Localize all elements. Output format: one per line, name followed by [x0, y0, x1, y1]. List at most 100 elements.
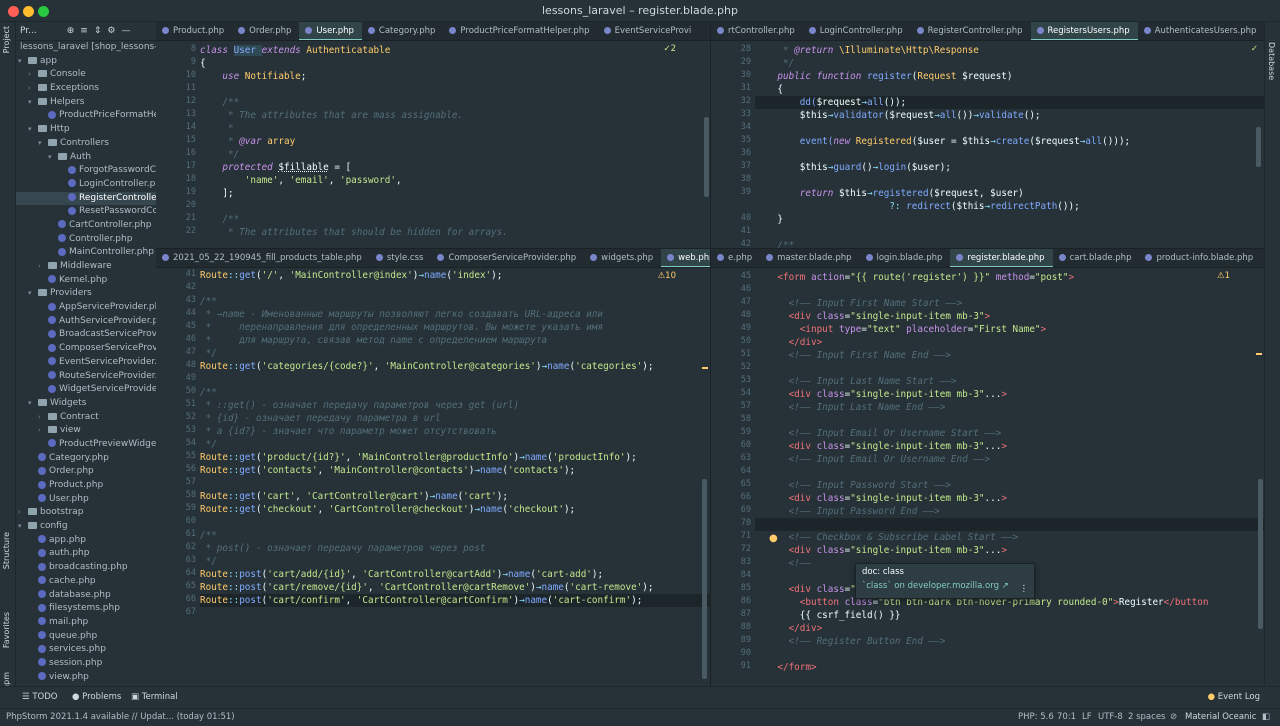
code-line[interactable]: <div class="single-input-item mb-3"...>	[755, 388, 1007, 401]
code-line[interactable]: /**	[755, 239, 794, 248]
code-line[interactable]: <form action="{{ route('register') }}" m…	[755, 271, 1074, 284]
code-line[interactable]: class User extends Authenticatable	[200, 44, 390, 57]
hide-panel-icon[interactable]: —	[121, 26, 130, 36]
code-line[interactable]: * @var array	[200, 135, 295, 148]
editor-tab[interactable]: User.php	[299, 22, 362, 40]
tree-file[interactable]: ResetPasswordControl	[16, 205, 156, 219]
code-line[interactable]: */	[200, 148, 239, 161]
mdn-link[interactable]: `class` on developer.mozilla.org ↗	[862, 581, 1028, 591]
expand-arrow-icon[interactable]: ›	[38, 260, 48, 274]
tree-file[interactable]: RouteServiceProvider.php	[16, 370, 156, 384]
tree-file[interactable]: RegisterController.php	[16, 191, 156, 206]
editor-tab[interactable]: Order.php	[232, 22, 299, 40]
inspection-indicator[interactable]: ✓2	[663, 44, 676, 54]
code-line[interactable]: /**	[200, 295, 217, 308]
expand-arrow-icon[interactable]: ▾	[18, 520, 28, 534]
code-line[interactable]: <!—— Input First Name End ——>	[755, 349, 951, 362]
editor-tab[interactable]: LoginController.php	[803, 22, 911, 40]
expand-arrow-icon[interactable]: ›	[38, 411, 48, 425]
code-line[interactable]: <!—— Input First Name Start ——>	[755, 297, 963, 310]
tree-file[interactable]: ProductPreviewWidget.php	[16, 438, 156, 452]
warnings-indicator[interactable]: ⚠1	[1217, 271, 1230, 281]
code-line[interactable]: {{ csrf_field() }}	[755, 609, 901, 622]
code-line[interactable]: <div class="single-input-item mb-3">	[755, 310, 991, 323]
gear-icon[interactable]: ⚙	[107, 26, 115, 36]
code-line[interactable]: <!—— Checkbox & Subscribe Label Start ——…	[755, 531, 1019, 544]
warning-marker[interactable]	[702, 367, 708, 369]
tree-file[interactable]: Category.php	[16, 452, 156, 466]
code-line[interactable]: */	[755, 57, 794, 70]
tree-folder[interactable]: › view	[16, 424, 156, 438]
code-line[interactable]: Route::post('cart/confirm', 'CartControl…	[200, 594, 642, 607]
tree-file[interactable]: ComposerServiceProvider.p	[16, 342, 156, 356]
tree-folder[interactable]: ▾ app	[16, 55, 156, 69]
tree-file[interactable]: LoginController.php	[16, 178, 156, 192]
editor-tab[interactable]: ProductPriceFormatHelper.php	[443, 22, 597, 40]
editor-tab[interactable]: EventServiceProvi	[598, 22, 700, 40]
locate-icon[interactable]: ⊕	[67, 26, 75, 36]
code-line[interactable]: <!—— Input Email Or Username Start ——>	[755, 427, 1002, 440]
code-line[interactable]: *	[200, 122, 234, 135]
editor-tab[interactable]: login.blade.php	[860, 249, 951, 267]
lightbulb-icon[interactable]: ●	[769, 533, 778, 544]
favorites-toolwindow-tab[interactable]: Favorites	[2, 612, 11, 648]
expand-arrow-icon[interactable]: ▾	[28, 123, 38, 137]
code-line[interactable]: protected $fillable = [	[200, 161, 351, 174]
editor-tab[interactable]: cart.blade.php	[1053, 249, 1140, 267]
expand-arrow-icon[interactable]: ▾	[28, 96, 38, 110]
code-line[interactable]: */	[200, 438, 217, 451]
expand-arrow-icon[interactable]: ▾	[28, 397, 38, 411]
tree-folder[interactable]: ▾ Widgets	[16, 397, 156, 411]
expand-arrow-icon[interactable]: ▾	[48, 151, 58, 165]
tree-file[interactable]: queue.php	[16, 630, 156, 644]
expand-arrow-icon[interactable]: ▾	[18, 55, 28, 69]
code-line[interactable]: return $this→registered($request, $user)	[755, 187, 1024, 200]
code-line[interactable]: <div class="single-input-item mb-3"...>	[755, 440, 1007, 453]
code-line[interactable]: * {id} - означает передачу параметра в u…	[200, 412, 441, 425]
code-line[interactable]: ];	[200, 187, 233, 200]
editor-scrollbar[interactable]	[702, 479, 707, 679]
close-window-button[interactable]	[8, 6, 19, 17]
tree-file[interactable]: cache.php	[16, 575, 156, 589]
tree-file[interactable]: Kernel.php	[16, 274, 156, 288]
tree-folder[interactable]: › Contract	[16, 411, 156, 425]
file-encoding[interactable]: UTF-8	[1098, 709, 1123, 726]
code-area[interactable]: class User extends Authenticatable{ use …	[200, 41, 710, 248]
tree-file[interactable]: AppServiceProvider.php	[16, 301, 156, 315]
code-line[interactable]: $this→guard()→login($user);	[755, 161, 951, 174]
collapse-all-icon[interactable]: ≡	[80, 26, 88, 36]
project-root[interactable]: lessons_laravel [shop_lessons-l...	[16, 41, 156, 55]
code-line[interactable]: </div>	[755, 336, 823, 349]
editor-tab[interactable]: style.css	[370, 249, 432, 267]
code-line[interactable]: * ::get() - означает передачу параметров…	[200, 399, 519, 412]
code-line[interactable]: Route::get('cart', 'CartController@cart'…	[200, 490, 508, 503]
tree-file[interactable]: EventServiceProvider.php	[16, 356, 156, 370]
editor-scrollbar[interactable]	[704, 117, 709, 197]
tree-file[interactable]: filesystems.php	[16, 602, 156, 616]
code-line[interactable]: Route::get('categories/{code?}', 'MainCo…	[200, 360, 653, 373]
caret-position[interactable]: 70:1	[1057, 709, 1076, 726]
code-line[interactable]: <!—— Input Password End ——>	[755, 505, 940, 518]
tree-file[interactable]: auth.php	[16, 547, 156, 561]
code-line[interactable]: <!—— Register Button End ——>	[755, 635, 946, 648]
code-line[interactable]: <!—— Input Last Name Start ——>	[755, 375, 957, 388]
code-line[interactable]: </div>	[755, 622, 823, 635]
code-line[interactable]: <!——	[755, 557, 811, 570]
code-line[interactable]: dd($request→all());	[755, 96, 906, 109]
tree-file[interactable]: BroadcastServiceProvider.p	[16, 328, 156, 342]
tree-file[interactable]: Order.php	[16, 465, 156, 479]
todo-tab[interactable]: ☰ TODO	[22, 687, 57, 708]
expand-icon[interactable]: ⇕	[94, 26, 102, 36]
editor-tab[interactable]: widgets.php	[584, 249, 661, 267]
maximize-window-button[interactable]	[38, 6, 49, 17]
editor-tab[interactable]: ComposerServiceProvider.php	[431, 249, 584, 267]
code-line[interactable]: 'name', 'email', 'password',	[200, 174, 402, 187]
editor-tab[interactable]: rtController.php	[711, 22, 803, 40]
tree-folder[interactable]: ▾ Helpers	[16, 96, 156, 110]
code-line[interactable]: </form>	[755, 661, 816, 674]
tree-file[interactable]: session.php	[16, 657, 156, 671]
code-line[interactable]: {	[755, 83, 783, 96]
tree-folder[interactable]: ▾ Providers	[16, 287, 156, 301]
code-line[interactable]: * The attributes that should be hidden f…	[200, 226, 508, 239]
code-line[interactable]: /**	[200, 529, 217, 542]
